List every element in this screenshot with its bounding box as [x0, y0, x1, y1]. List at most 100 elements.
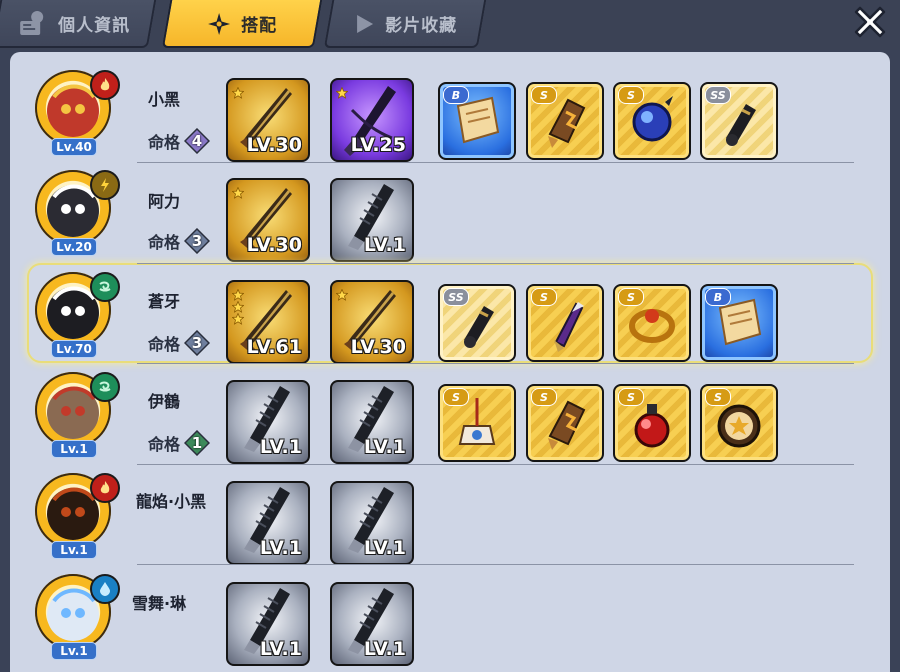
equipment-slot[interactable]: S: [700, 384, 778, 462]
grade-badge: SS: [443, 288, 469, 306]
weapon-slot[interactable]: LV.30: [226, 178, 310, 262]
weapon-level: LV.1: [363, 436, 406, 458]
level-badge: Lv.40: [51, 138, 97, 156]
character-row[interactable]: Lv.1 龍焰·小黑 LV.1 LV.1: [10, 465, 890, 565]
grade-badge: S: [443, 388, 469, 406]
equipment-slot[interactable]: SS: [438, 284, 516, 362]
grade-badge: S: [618, 86, 644, 104]
shuriken-icon: [207, 11, 231, 35]
character-avatar[interactable]: Lv.20: [35, 170, 120, 256]
loadout-panel: Lv.40 小黑 命格 4 LV.30 LV.25 B S S SS Lv.20 阿力 命格 3 LV.30…: [10, 52, 890, 672]
grade-badge: B: [443, 86, 469, 104]
star-icon: [231, 184, 245, 199]
character-avatar[interactable]: Lv.70: [35, 272, 120, 358]
equipment-slot[interactable]: S: [526, 82, 604, 160]
weapon-level: LV.1: [259, 537, 302, 559]
equipment-slot[interactable]: S: [613, 284, 691, 362]
tab-video-collection[interactable]: 影片收藏: [323, 0, 487, 48]
weapon-level: LV.1: [363, 638, 406, 660]
equipment-slot[interactable]: S: [526, 284, 604, 362]
weapon-slot[interactable]: LV.30: [330, 280, 414, 364]
row-divider: [137, 464, 854, 465]
mingge-rank-badge: 1: [183, 429, 211, 457]
weapon-level: LV.30: [246, 134, 302, 156]
weapon-level: LV.30: [246, 234, 302, 256]
close-icon: [850, 2, 890, 46]
mingge-rank: 4: [191, 132, 203, 150]
element-fire-icon: [90, 473, 120, 503]
grade-badge: S: [531, 86, 557, 104]
equipment-slot[interactable]: S: [526, 384, 604, 462]
mingge-label: 命格: [148, 435, 181, 454]
character-avatar[interactable]: Lv.1: [35, 372, 120, 458]
character-row[interactable]: Lv.1 伊鶴 命格 1 LV.1 LV.1 S S S S: [10, 364, 890, 464]
play-icon: [353, 12, 375, 34]
mingge-rank-badge: 3: [183, 227, 211, 255]
mingge-info: 命格 3: [148, 329, 211, 357]
weapon-slot[interactable]: LV.1: [226, 481, 310, 565]
grade-badge: S: [705, 388, 731, 406]
equipment-slot[interactable]: S: [613, 82, 691, 160]
mingge-rank: 3: [191, 232, 203, 250]
tab-bar: 個人資訊 搭配 影片收藏: [0, 0, 900, 50]
element-water-icon: [90, 574, 120, 604]
weapon-slot[interactable]: LV.1: [226, 582, 310, 666]
level-badge: Lv.20: [51, 238, 97, 256]
weapon-slot[interactable]: LV.30: [226, 78, 310, 162]
star-icon: [231, 310, 245, 325]
equipment-slot[interactable]: SS: [700, 82, 778, 160]
weapon-slot[interactable]: LV.1: [330, 582, 414, 666]
weapon-slot[interactable]: LV.25: [330, 78, 414, 162]
mingge-label: 命格: [148, 233, 181, 252]
weapon-level: LV.25: [350, 134, 406, 156]
mingge-info: 命格 1: [148, 429, 211, 457]
profile-icon: [18, 9, 48, 37]
weapon-level: LV.61: [246, 336, 302, 358]
character-row[interactable]: Lv.40 小黑 命格 4 LV.30 LV.25 B S S SS: [10, 62, 890, 162]
character-name: 小黑: [148, 90, 181, 109]
equipment-slot[interactable]: S: [438, 384, 516, 462]
element-thunder-icon: [90, 170, 120, 200]
character-row[interactable]: Lv.70 蒼牙 命格 3 LV.61 LV.30 SS S S B: [10, 263, 890, 364]
weapon-level: LV.1: [259, 436, 302, 458]
weapon-slot[interactable]: LV.1: [330, 380, 414, 464]
weapon-level: LV.1: [259, 638, 302, 660]
row-divider: [137, 162, 854, 163]
equipment-slot[interactable]: B: [700, 284, 778, 362]
tab-label: 個人資訊: [58, 15, 131, 36]
equipment-slot[interactable]: S: [613, 384, 691, 462]
level-badge: Lv.1: [51, 541, 97, 559]
tab-loadout[interactable]: 搭配: [161, 0, 323, 48]
row-divider: [137, 263, 854, 264]
tab-label: 影片收藏: [385, 15, 458, 36]
grade-badge: S: [531, 288, 557, 306]
equipment-slot[interactable]: B: [438, 82, 516, 160]
star-icon: [335, 286, 349, 301]
weapon-slot[interactable]: LV.1: [330, 178, 414, 262]
tab-label: 搭配: [241, 15, 278, 36]
level-badge: Lv.1: [51, 642, 97, 660]
grade-badge: B: [705, 288, 731, 306]
close-button[interactable]: [846, 2, 894, 46]
mingge-rank-badge: 4: [183, 127, 211, 155]
character-name: 雪舞·琳: [132, 594, 187, 613]
character-avatar[interactable]: Lv.1: [35, 574, 120, 660]
mingge-info: 命格 3: [148, 227, 211, 255]
weapon-slot[interactable]: LV.1: [226, 380, 310, 464]
character-name: 龍焰·小黑: [136, 492, 207, 511]
character-name: 阿力: [148, 192, 181, 211]
character-row[interactable]: Lv.20 阿力命格 3 LV.30 LV.1: [10, 162, 890, 262]
character-avatar[interactable]: Lv.40: [35, 70, 120, 156]
tab-profile[interactable]: 個人資訊: [0, 0, 157, 48]
row-divider: [137, 363, 854, 364]
character-avatar[interactable]: Lv.1: [35, 473, 120, 559]
weapon-slot[interactable]: LV.61: [226, 280, 310, 364]
grade-badge: SS: [705, 86, 731, 104]
character-row[interactable]: Lv.1 雪舞·琳 LV.1 LV.1: [10, 566, 890, 666]
weapon-slot[interactable]: LV.1: [330, 481, 414, 565]
mingge-rank: 1: [191, 434, 203, 452]
element-wind-icon: [90, 272, 120, 302]
character-name: 蒼牙: [148, 292, 181, 311]
element-fire-icon: [90, 70, 120, 100]
grade-badge: S: [618, 288, 644, 306]
